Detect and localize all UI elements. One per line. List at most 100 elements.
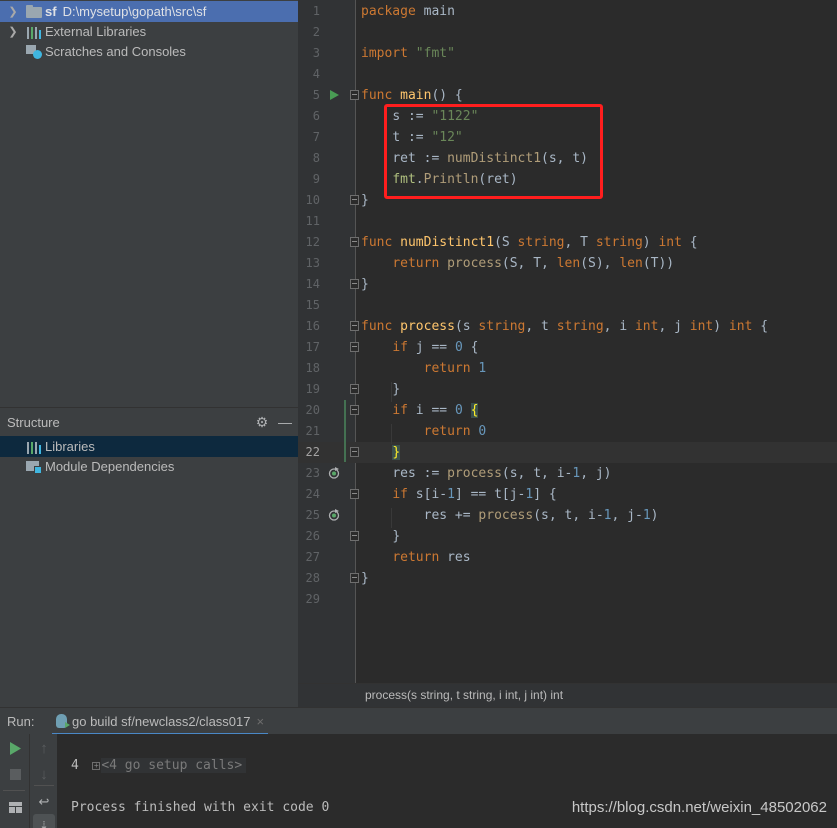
line-number[interactable]: 6 [298,106,320,127]
line-number[interactable]: 8 [298,148,320,169]
line-number[interactable]: 15 [298,295,320,316]
up-arrow-icon[interactable]: ↑ [33,737,55,759]
fold-marker-icon[interactable] [350,321,359,331]
gear-icon[interactable]: ⚙ [252,412,272,432]
tree-item-sf[interactable]: ❯ sf D:\mysetup\gopath\src\sf [0,1,298,22]
code-line[interactable]: 22 } [298,442,837,463]
down-arrow-icon[interactable]: ↓ [33,763,55,785]
code-line[interactable]: 15 [298,295,837,316]
structure-item-libraries[interactable]: Libraries [0,436,298,457]
tree-item-external-libraries[interactable]: ❯ External Libraries [0,21,298,42]
line-number[interactable]: 5 [298,85,320,106]
fold-marker-icon[interactable] [350,573,359,583]
line-number[interactable]: 27 [298,547,320,568]
fold-marker-icon[interactable] [350,279,359,289]
line-number[interactable]: 29 [298,589,320,610]
code-line[interactable]: 29 [298,589,837,610]
code-line[interactable]: 20 if i == 0 { [298,400,837,421]
line-number[interactable]: 18 [298,358,320,379]
run-gutter-icon[interactable] [328,89,340,101]
structure-item-module-dependencies[interactable]: Module Dependencies [0,456,298,477]
line-number[interactable]: 21 [298,421,320,442]
code-line[interactable]: 1 package main [298,1,837,22]
line-number[interactable]: 3 [298,43,320,64]
fold-marker-icon[interactable] [350,531,359,541]
line-number[interactable]: 17 [298,337,320,358]
fold-marker-icon[interactable] [350,342,359,352]
tree-item-path: D:\mysetup\gopath\src\sf [62,4,207,19]
line-number[interactable]: 26 [298,526,320,547]
code-line[interactable]: 4 [298,64,837,85]
code-line[interactable]: 17 if j == 0 { [298,337,837,358]
breadcrumb[interactable]: process(s string, t string, i int, j int… [365,688,563,702]
line-number[interactable]: 20 [298,400,320,421]
libraries-icon [26,440,42,454]
code-line[interactable]: 19 } [298,379,837,400]
line-number[interactable]: 7 [298,127,320,148]
line-number[interactable]: 1 [298,1,320,22]
fold-marker-icon[interactable] [350,405,359,415]
line-number[interactable]: 14 [298,274,320,295]
fold-marker-icon[interactable] [350,237,359,247]
line-number[interactable]: 9 [298,169,320,190]
recursive-call-icon[interactable] [328,467,340,479]
code-line[interactable]: 8 ret := numDistinct1(s, t) [298,148,837,169]
line-number[interactable]: 24 [298,484,320,505]
fold-marker-icon[interactable] [350,384,359,394]
code-line[interactable]: 10} [298,190,837,211]
code-line[interactable]: 25 res += process(s, t, i-1, j-1) [298,505,837,526]
code-line[interactable]: 3 import "fmt" [298,43,837,64]
line-number[interactable]: 13 [298,253,320,274]
line-number[interactable]: 19 [298,379,320,400]
line-number[interactable]: 28 [298,568,320,589]
code-line[interactable]: 11 [298,211,837,232]
scratches-icon [26,44,42,59]
recursive-call-icon[interactable] [328,509,340,521]
fold-marker-icon[interactable] [350,489,359,499]
code-line[interactable]: 28} [298,568,837,589]
code-line[interactable]: 18 return 1 [298,358,837,379]
stop-button[interactable] [4,763,26,785]
code-line[interactable]: 23 res := process(s, t, i-1, j) [298,463,837,484]
scroll-to-end-icon[interactable]: ⇣ [33,814,55,828]
close-icon[interactable]: × [257,714,265,729]
tree-item-scratches[interactable]: Scratches and Consoles [0,41,298,62]
code-line[interactable]: 24 if s[i-1] == t[j-1] { [298,484,837,505]
code-line[interactable]: 21 return 0 [298,421,837,442]
code-line[interactable]: 26 } [298,526,837,547]
code-line[interactable]: 7 t := "12" [298,127,837,148]
layout-button[interactable] [4,796,26,818]
chevron-right-icon[interactable]: ❯ [8,5,18,18]
code-line[interactable]: 6 s := "1122" [298,106,837,127]
fold-marker-icon[interactable] [350,195,359,205]
line-number[interactable]: 12 [298,232,320,253]
line-number[interactable]: 25 [298,505,320,526]
line-number[interactable]: 16 [298,316,320,337]
line-number[interactable]: 4 [298,64,320,85]
code-line[interactable]: 2 [298,22,837,43]
line-number[interactable]: 2 [298,22,320,43]
chevron-right-icon[interactable]: ❯ [8,25,18,38]
fold-marker-icon[interactable] [350,447,359,457]
expand-icon[interactable]: + [92,762,101,770]
code-line[interactable]: 5 func main() { [298,85,837,106]
vcs-change-marker[interactable] [344,400,346,462]
console-setup-calls[interactable]: + <4 go setup calls> [61,734,247,797]
line-number[interactable]: 10 [298,190,320,211]
code-text: } [361,571,369,586]
code-line[interactable]: 14} [298,274,837,295]
soft-wrap-icon[interactable]: ↩ [33,791,55,813]
rerun-button[interactable] [4,737,26,759]
code-line[interactable]: 9 fmt.Println(ret) [298,169,837,190]
code-line[interactable]: 12 func numDistinct1(S string, T string) … [298,232,837,253]
code-line[interactable]: 13 return process(S, T, len(S), len(T)) [298,253,837,274]
minus-icon[interactable]: — [275,412,295,432]
line-number[interactable]: 11 [298,211,320,232]
run-tab[interactable]: go build sf/newclass2/class017 × [52,709,269,736]
line-number[interactable]: 22 [298,442,320,463]
code-editor[interactable]: 1 package main 2 3 import "fmt" 4 5 func main()… [298,0,837,683]
code-line[interactable]: 27 return res [298,547,837,568]
fold-marker-icon[interactable] [350,90,359,100]
line-number[interactable]: 23 [298,463,320,484]
code-line[interactable]: 16 func process(s string, t string, i int… [298,316,837,337]
